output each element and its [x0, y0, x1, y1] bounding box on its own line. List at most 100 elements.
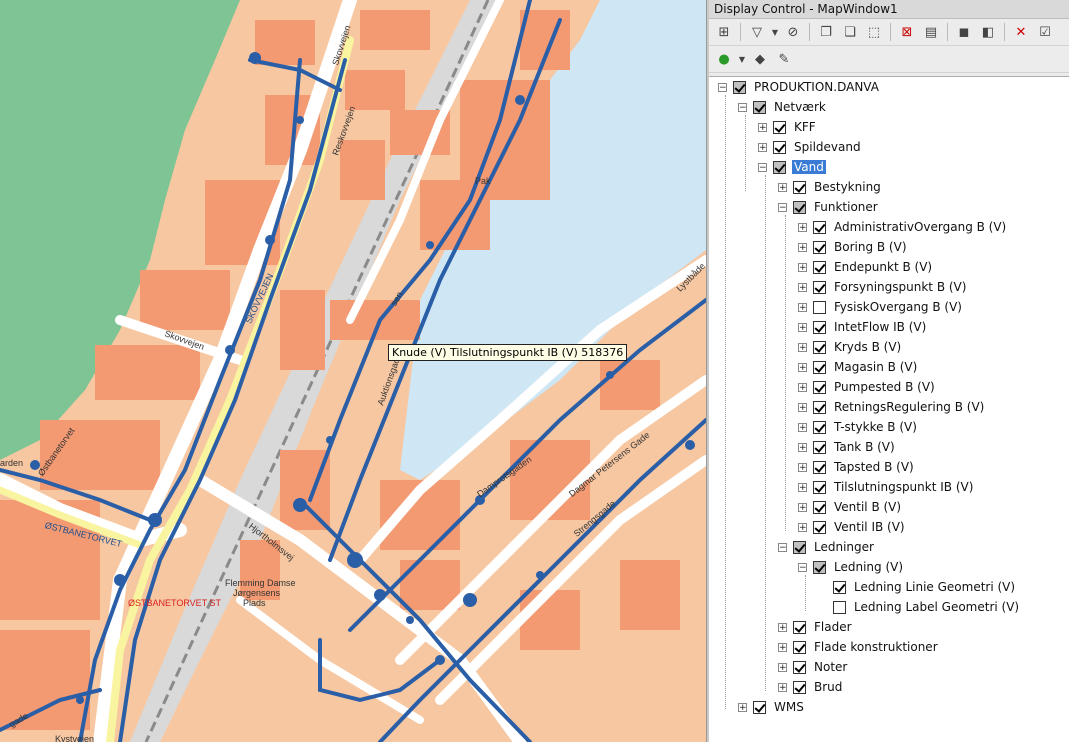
select-layer-icon[interactable]: ⬚ — [863, 22, 885, 42]
filter-icon[interactable]: ▽ — [746, 22, 768, 42]
expand-icon[interactable]: + — [798, 282, 807, 292]
layer-checkbox[interactable] — [813, 420, 826, 434]
expand-icon[interactable]: + — [798, 342, 807, 352]
tree-node-function[interactable]: + Tank B (V) — [798, 437, 897, 457]
add-dropdown-icon[interactable]: ▼ — [737, 49, 747, 69]
tree-node-vand[interactable]: − Vand — [758, 157, 826, 177]
layer-checkbox[interactable] — [813, 280, 826, 294]
expand-icon[interactable]: + — [778, 622, 787, 632]
map-view[interactable]: Skovvejen Reskovvejen SKOVVEJEN Skovveje… — [0, 0, 706, 742]
expand-icon[interactable]: + — [798, 402, 807, 412]
tree-node-flade-konstruktioner[interactable]: + Flade konstruktioner — [778, 637, 940, 657]
add-layer-icon[interactable]: ● — [713, 49, 735, 69]
tree-node-function[interactable]: + Kryds B (V) — [798, 337, 903, 357]
tree-node-function[interactable]: + Pumpested B (V) — [798, 377, 937, 397]
filter-dropdown-icon[interactable]: ▼ — [770, 22, 780, 42]
collapse-icon[interactable]: − — [718, 82, 727, 92]
tree-node-function[interactable]: + RetningsRegulering B (V) — [798, 397, 986, 417]
expand-icon[interactable]: + — [798, 382, 807, 392]
expand-icon[interactable]: + — [758, 122, 767, 132]
properties-icon[interactable]: ▤ — [920, 22, 942, 42]
tree-node-kff[interactable]: + KFF — [758, 117, 818, 137]
tree-node-function[interactable]: + Ventil B (V) — [798, 497, 903, 517]
collapse-icon[interactable]: − — [778, 202, 787, 212]
layer-checkbox[interactable] — [733, 80, 746, 94]
tree-node-root[interactable]: − PRODUKTION.DANVA — [718, 77, 881, 97]
copy-layer-icon[interactable]: ❐ — [815, 22, 837, 42]
layer-checkbox[interactable] — [793, 640, 806, 654]
tree-node-function[interactable]: + Tapsted B (V) — [798, 457, 916, 477]
tree-node-ledning[interactable]: − Ledning (V) — [798, 557, 905, 577]
layer-checkbox[interactable] — [813, 400, 826, 414]
layer-checkbox[interactable] — [813, 240, 826, 254]
layer-checkbox[interactable] — [793, 680, 806, 694]
expand-icon[interactable]: + — [798, 502, 807, 512]
tree-node-function[interactable]: + Forsyningspunkt B (V) — [798, 277, 968, 297]
expand-icon[interactable]: + — [798, 422, 807, 432]
tree-node-wms[interactable]: + WMS — [738, 697, 806, 717]
tree-node-function[interactable]: + Magasin B (V) — [798, 357, 919, 377]
expand-icon[interactable]: + — [738, 702, 747, 712]
settings-icon[interactable]: ☑ — [1034, 22, 1056, 42]
tree-node-function[interactable]: + T-stykke B (V) — [798, 417, 919, 437]
layer-checkbox[interactable] — [793, 620, 806, 634]
group-icon[interactable]: ◼ — [953, 22, 975, 42]
remove-layer-icon[interactable]: ✕ — [1010, 22, 1032, 42]
layer-checkbox[interactable] — [813, 480, 826, 494]
tree-node-function[interactable]: + AdministrativOvergang B (V) — [798, 217, 1008, 237]
expand-icon[interactable]: + — [798, 442, 807, 452]
tree-node-function[interactable]: + FysiskOvergang B (V) — [798, 297, 964, 317]
ungroup-icon[interactable]: ◧ — [977, 22, 999, 42]
tree-node-function[interactable]: + Boring B (V) — [798, 237, 909, 257]
layer-checkbox[interactable] — [813, 560, 826, 574]
tree-node-brud[interactable]: + Brud — [778, 677, 844, 697]
layer-checkbox[interactable] — [813, 320, 826, 334]
tree-node-bestykning[interactable]: + Bestykning — [778, 177, 883, 197]
tree-node-function[interactable]: + Endepunkt B (V) — [798, 257, 934, 277]
zoom-extent-icon[interactable]: ⊠ — [896, 22, 918, 42]
layer-checkbox[interactable] — [813, 260, 826, 274]
layer-style-icon[interactable]: ◆ — [749, 49, 771, 69]
expand-icon[interactable]: + — [798, 322, 807, 332]
edit-layer-icon[interactable]: ✎ — [773, 49, 795, 69]
expand-icon[interactable]: + — [798, 482, 807, 492]
layer-checkbox[interactable] — [813, 220, 826, 234]
expand-icon[interactable]: + — [798, 462, 807, 472]
layer-checkbox[interactable] — [813, 360, 826, 374]
layer-checkbox[interactable] — [793, 540, 806, 554]
layer-checkbox[interactable] — [813, 500, 826, 514]
layer-checkbox[interactable] — [813, 300, 826, 314]
layer-checkbox[interactable] — [833, 600, 846, 614]
collapse-icon[interactable]: − — [798, 562, 807, 572]
expand-icon[interactable]: + — [798, 262, 807, 272]
layer-checkbox[interactable] — [753, 100, 766, 114]
paste-layer-icon[interactable]: ❏ — [839, 22, 861, 42]
expand-icon[interactable]: + — [798, 242, 807, 252]
filter-clear-icon[interactable]: ⊘ — [782, 22, 804, 42]
tree-node-function[interactable]: + IntetFlow IB (V) — [798, 317, 928, 337]
layer-tree[interactable]: − PRODUKTION.DANVA − Netværk + KFF + Spi… — [709, 76, 1069, 743]
tree-node-noter[interactable]: + Noter — [778, 657, 849, 677]
expand-icon[interactable]: + — [778, 662, 787, 672]
layer-checkbox[interactable] — [813, 440, 826, 454]
layer-checkbox[interactable] — [813, 380, 826, 394]
expand-icon[interactable]: + — [778, 682, 787, 692]
collapse-icon[interactable]: − — [758, 162, 767, 172]
layer-checkbox[interactable] — [833, 580, 846, 594]
expand-icon[interactable]: + — [798, 522, 807, 532]
tree-node-spildevand[interactable]: + Spildevand — [758, 137, 863, 157]
layer-checkbox[interactable] — [813, 520, 826, 534]
tree-node-function[interactable]: + Ventil IB (V) — [798, 517, 907, 537]
layer-checkbox[interactable] — [753, 700, 766, 714]
expand-icon[interactable]: + — [798, 222, 807, 232]
layer-checkbox[interactable] — [773, 120, 786, 134]
tree-layout-icon[interactable]: ⊞ — [713, 22, 735, 42]
tree-node-label-geometri[interactable]: Ledning Label Geometri (V) — [833, 597, 1021, 617]
tree-node-function[interactable]: + Tilslutningspunkt IB (V) — [798, 477, 975, 497]
layer-checkbox[interactable] — [773, 160, 786, 174]
layer-checkbox[interactable] — [793, 660, 806, 674]
tree-node-ledninger[interactable]: − Ledninger — [778, 537, 876, 557]
tree-node-linie-geometri[interactable]: Ledning Linie Geometri (V) — [833, 577, 1017, 597]
tree-node-funktioner[interactable]: − Funktioner — [778, 197, 880, 217]
expand-icon[interactable]: + — [758, 142, 767, 152]
